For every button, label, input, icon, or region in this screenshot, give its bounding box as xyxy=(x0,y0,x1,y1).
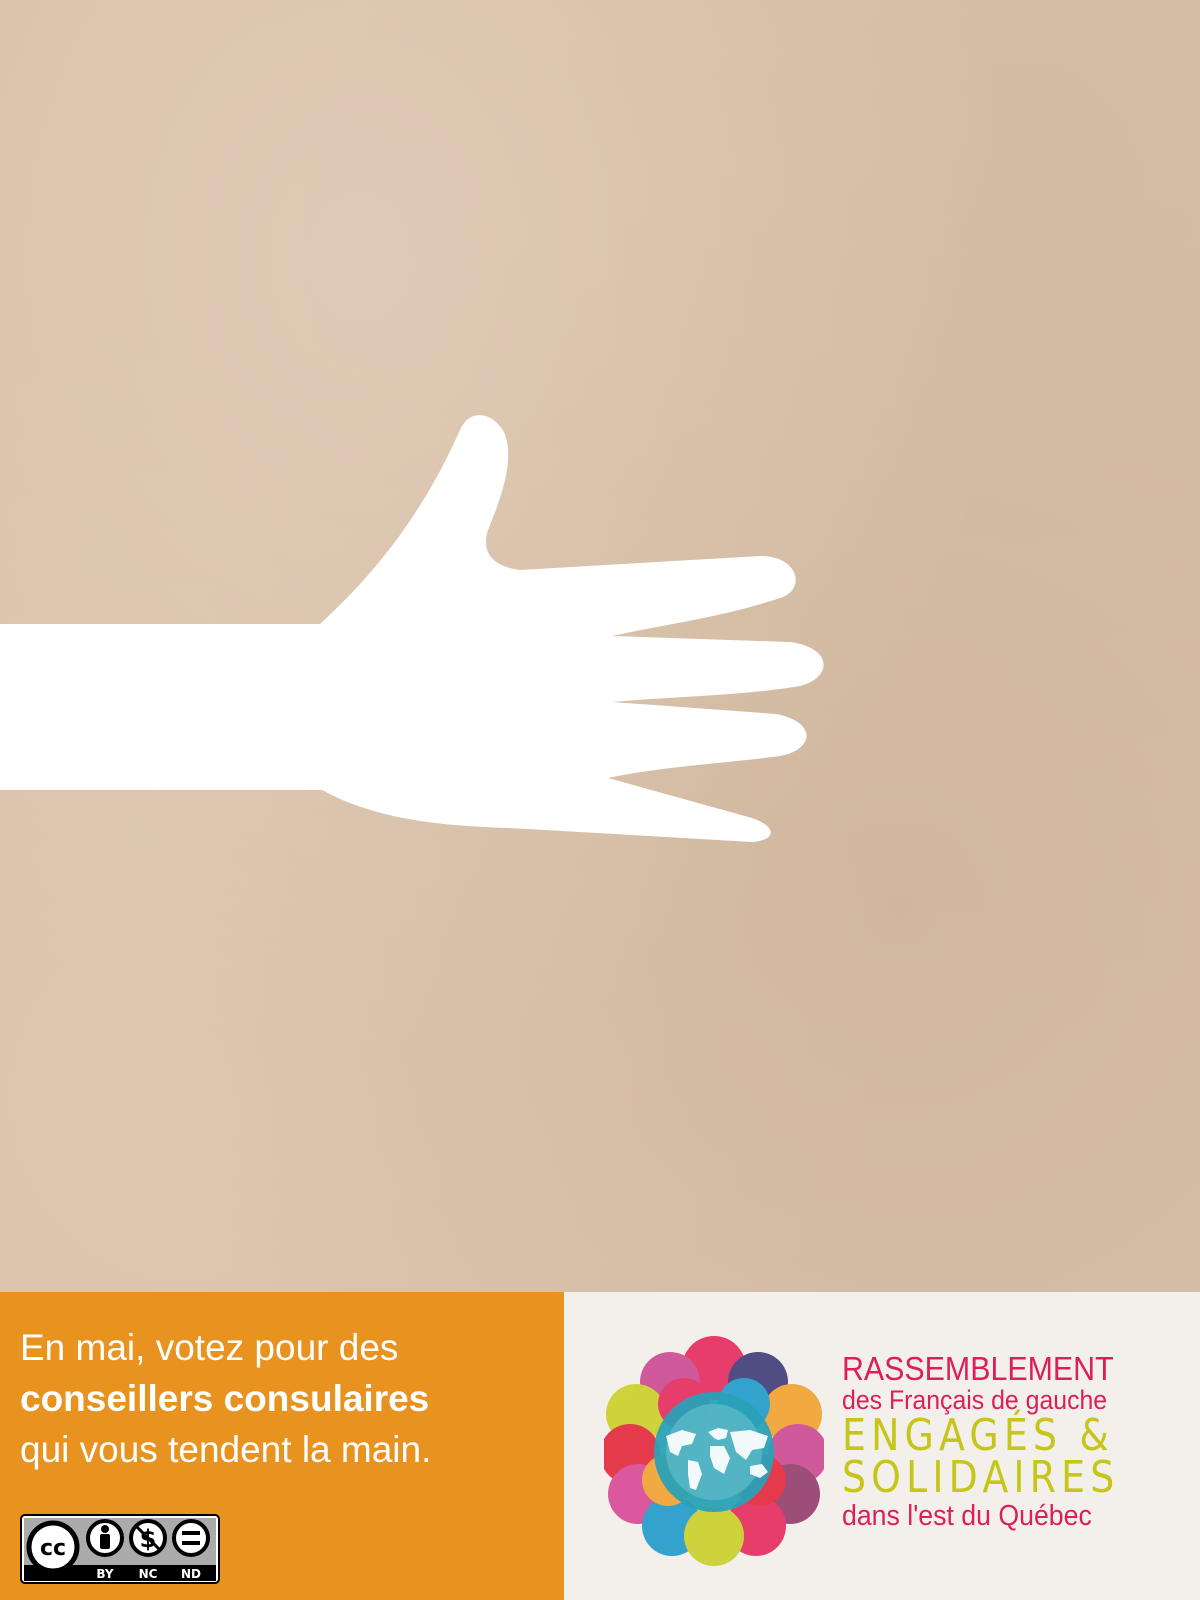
slogan-line-2: conseillers consulaires xyxy=(20,1378,430,1419)
globe-flower-emblem-icon xyxy=(604,1336,824,1566)
cc-nc-label: NC xyxy=(139,1567,158,1581)
slogan: En mai, votez pour des conseillers consu… xyxy=(20,1322,550,1475)
cc-label: cc xyxy=(40,1536,66,1561)
organization-name: RASSEMBLEMENT xyxy=(842,1350,1114,1387)
logo-panel: RASSEMBLEMENT des Français de gauche ENG… xyxy=(564,1292,1200,1600)
open-hand-icon xyxy=(0,415,824,842)
creative-commons-icon: cc $ BY NC ND xyxy=(20,1514,220,1584)
slogan-panel: En mai, votez pour des conseillers consu… xyxy=(0,1292,564,1600)
tagline-engages: ENGAGÉS & xyxy=(842,1410,1114,1461)
poster-background xyxy=(0,0,1200,1292)
cc-by-label: BY xyxy=(96,1567,113,1581)
organization-region: dans l'est du Québec xyxy=(842,1500,1092,1532)
tagline-solidaires: SOLIDAIRES xyxy=(842,1452,1120,1503)
slogan-line-1: En mai, votez pour des xyxy=(20,1327,399,1368)
slogan-line-3: qui vous tendent la main. xyxy=(20,1429,432,1470)
organization-block: RASSEMBLEMENT des Français de gauche ENG… xyxy=(842,1352,1192,1533)
cc-nd-label: ND xyxy=(181,1567,201,1581)
